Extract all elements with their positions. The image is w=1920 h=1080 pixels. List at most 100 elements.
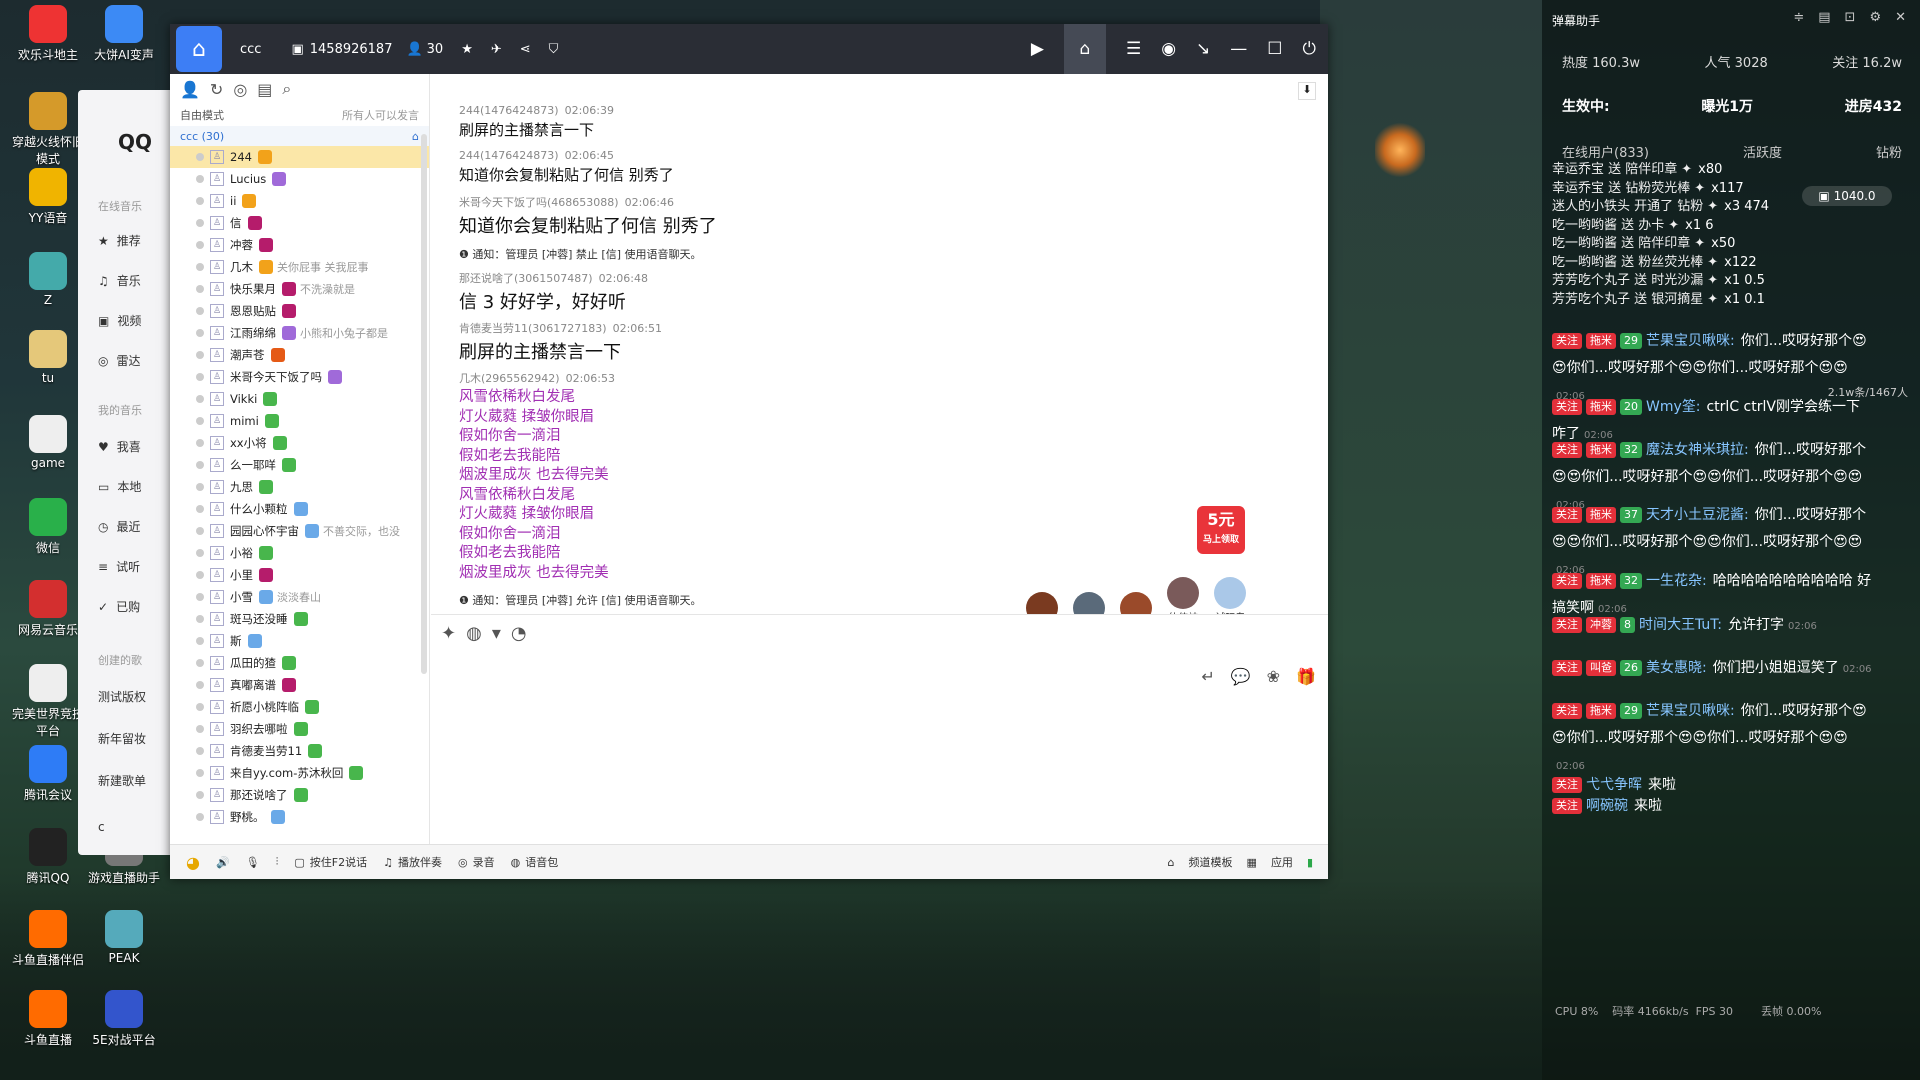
message-user[interactable]: 肯德麦当劳11(3061727183)	[459, 322, 607, 335]
mic-icon[interactable]: 🎙	[246, 856, 260, 869]
desktop-icon[interactable]: 大饼AI变声	[84, 5, 164, 63]
comment-user[interactable]: 弋弋争晖	[1586, 777, 1642, 793]
user-row[interactable]: ♙ 恩恩贴贴	[170, 300, 429, 322]
comment-user[interactable]: Wmy筌:	[1646, 399, 1700, 415]
user-row[interactable]: ♙ mimi	[170, 410, 429, 432]
follow-tag[interactable]: 关注	[1552, 617, 1582, 633]
location-icon[interactable]: ◎	[233, 80, 247, 99]
desktop-icon[interactable]: 斗鱼直播	[8, 990, 88, 1048]
user-row[interactable]: ♙ 几木 关你屁事 关我屁事	[170, 256, 429, 278]
follow-tag[interactable]: 关注	[1552, 333, 1582, 349]
user-row[interactable]: ♙ 什么小颗粒	[170, 498, 429, 520]
voice-pack[interactable]: ◍ 语音包	[511, 854, 559, 870]
qq-menu-item[interactable]: ♫ 音乐	[98, 272, 141, 289]
follow-tag[interactable]: 关注	[1552, 703, 1582, 719]
equalizer-icon[interactable]: ⫶	[276, 855, 279, 869]
rose-icon[interactable]: ❀	[1267, 667, 1280, 686]
gamepad-icon[interactable]: ◉	[1161, 39, 1176, 59]
user-row[interactable]: ♙ 米哥今天下饭了吗	[170, 366, 429, 388]
home-icon[interactable]: ⌂	[176, 26, 222, 72]
desktop-icon[interactable]: PEAK	[84, 910, 164, 965]
note-icon[interactable]: ▤	[1818, 10, 1830, 25]
user-row[interactable]: ♙ 祈愿小桃阵临	[170, 696, 429, 718]
user-row[interactable]: ♙ 瓜田的猹	[170, 652, 429, 674]
message-user[interactable]: 244(1476424873)	[459, 149, 559, 162]
qq-menu-item[interactable]: 测试版权	[98, 688, 146, 705]
message-user[interactable]: 那还说啥了(3061507487)	[459, 272, 593, 285]
follow-tag[interactable]: 关注	[1552, 777, 1582, 793]
desktop-icon[interactable]: 网易云音乐	[8, 580, 88, 638]
follow-tag[interactable]: 关注	[1552, 798, 1582, 814]
follow-tag[interactable]: 关注	[1552, 399, 1582, 415]
user-row[interactable]: ♙ 潮声苍	[170, 344, 429, 366]
desktop-icon[interactable]: 斗鱼直播伴侣	[8, 910, 88, 968]
list-icon[interactable]: ☰	[1126, 39, 1141, 59]
desktop-icon[interactable]: tu	[8, 330, 88, 385]
user-row[interactable]: ♙ 斑马还没睡	[170, 608, 429, 630]
star-icon[interactable]: ★	[461, 42, 473, 57]
comment-user[interactable]: 美女惠晓:	[1646, 660, 1707, 676]
search-icon[interactable]: ⌕	[282, 79, 291, 99]
user-row[interactable]: ♙ 小里	[170, 564, 429, 586]
accompaniment[interactable]: ♫ 播放伴奏	[383, 854, 442, 870]
follow-tag[interactable]: 关注	[1552, 660, 1582, 676]
comment-user[interactable]: 魔法女神米琪拉:	[1646, 442, 1749, 458]
record[interactable]: ◎ 录音	[458, 854, 495, 870]
user-row[interactable]: ♙ 肯德麦当劳11	[170, 740, 429, 762]
message-user[interactable]: 米哥今天下饭了吗(468653088)	[459, 196, 619, 209]
user-row[interactable]: ♙ 小雪 淡淡春山	[170, 586, 429, 608]
qq-menu-item[interactable]: ♥ 我喜	[98, 438, 141, 455]
apps[interactable]: 应用	[1271, 854, 1293, 870]
home-tab-icon[interactable]: ⌂	[1063, 24, 1106, 74]
qq-menu-item[interactable]: 新建歌单	[98, 772, 146, 789]
comment-user[interactable]: 芒果宝贝啾咪:	[1646, 703, 1735, 719]
qq-menu-item[interactable]: 新年留妆	[98, 730, 146, 747]
qq-menu-item[interactable]: ▭ 本地	[98, 478, 141, 495]
qq-menu-item[interactable]: ★ 推荐	[98, 232, 141, 249]
user-list-scrollbar[interactable]	[421, 134, 427, 674]
user-row[interactable]: ♙ 信	[170, 212, 429, 234]
video-icon[interactable]: ▶	[1031, 39, 1044, 59]
user-icon[interactable]: 👤	[180, 80, 200, 99]
scroll-bottom-icon[interactable]: ⬇	[1298, 82, 1316, 100]
comment-user[interactable]: 啊碗碗	[1586, 798, 1628, 814]
user-row[interactable]: ♙ 来自yy.com-苏沐秋回	[170, 762, 429, 784]
follow-tag[interactable]: 关注	[1552, 442, 1582, 458]
maximize-icon[interactable]: ☐	[1267, 39, 1282, 59]
magic-icon[interactable]: ✦	[441, 623, 456, 644]
user-row[interactable]: ♙ ii	[170, 190, 429, 212]
push-to-talk[interactable]: ▢ 按住F2说话	[294, 854, 367, 870]
plane-icon[interactable]: ✈	[491, 42, 502, 57]
template-icon[interactable]: ⌂	[1168, 856, 1175, 869]
refresh-icon[interactable]: ↻	[210, 80, 223, 99]
power-icon[interactable]: ⏻	[1303, 39, 1316, 59]
desktop-icon[interactable]: 穿越火线怀旧模式	[8, 92, 88, 167]
mode-select[interactable]: 自由模式	[180, 107, 224, 123]
note-icon[interactable]: ▤	[257, 80, 272, 99]
menu-icon[interactable]: ≑	[1793, 10, 1804, 25]
qq-menu-item[interactable]: ✓ 已购	[98, 598, 140, 615]
user-row[interactable]: ♙ 快乐果月 不洗澡就是	[170, 278, 429, 300]
user-row[interactable]: ♙ 羽织去哪啦	[170, 718, 429, 740]
input-area[interactable]: ✦ ◍ ▾ ◔ ↵ 💬 ❀ 🎁	[431, 614, 1328, 704]
tab-diamond-fans[interactable]: 钻粉	[1876, 142, 1902, 161]
comment-user[interactable]: 天才小土豆泥酱:	[1646, 507, 1749, 523]
channel-row[interactable]: ccc (30) ⌂	[170, 126, 429, 146]
minimize-icon[interactable]: —	[1230, 39, 1247, 59]
message-user[interactable]: 几木(2965562942)	[459, 372, 560, 385]
desktop-icon[interactable]: Z	[8, 252, 88, 307]
desktop-icon[interactable]: 腾讯QQ	[8, 828, 88, 886]
user-row[interactable]: ♙ 那还说啥了	[170, 784, 429, 806]
user-row[interactable]: ♙ 244	[170, 146, 429, 168]
user-row[interactable]: ♙ xx小将	[170, 432, 429, 454]
tab-activity[interactable]: 活跃度	[1743, 142, 1782, 161]
desktop-icon[interactable]: 5E对战平台	[84, 990, 164, 1048]
gift-icon[interactable]: 🎁	[1296, 667, 1316, 686]
follow-tag[interactable]: 关注	[1552, 507, 1582, 523]
user-row[interactable]: ♙ 小裕	[170, 542, 429, 564]
user-row[interactable]: ♙ Lucius	[170, 168, 429, 190]
user-row[interactable]: ♙ 真嘟离谱	[170, 674, 429, 696]
qq-menu-item[interactable]: ◷ 最近	[98, 518, 141, 535]
desktop-icon[interactable]: 腾讯会议	[8, 745, 88, 803]
user-row[interactable]: ♙ 斯	[170, 630, 429, 652]
